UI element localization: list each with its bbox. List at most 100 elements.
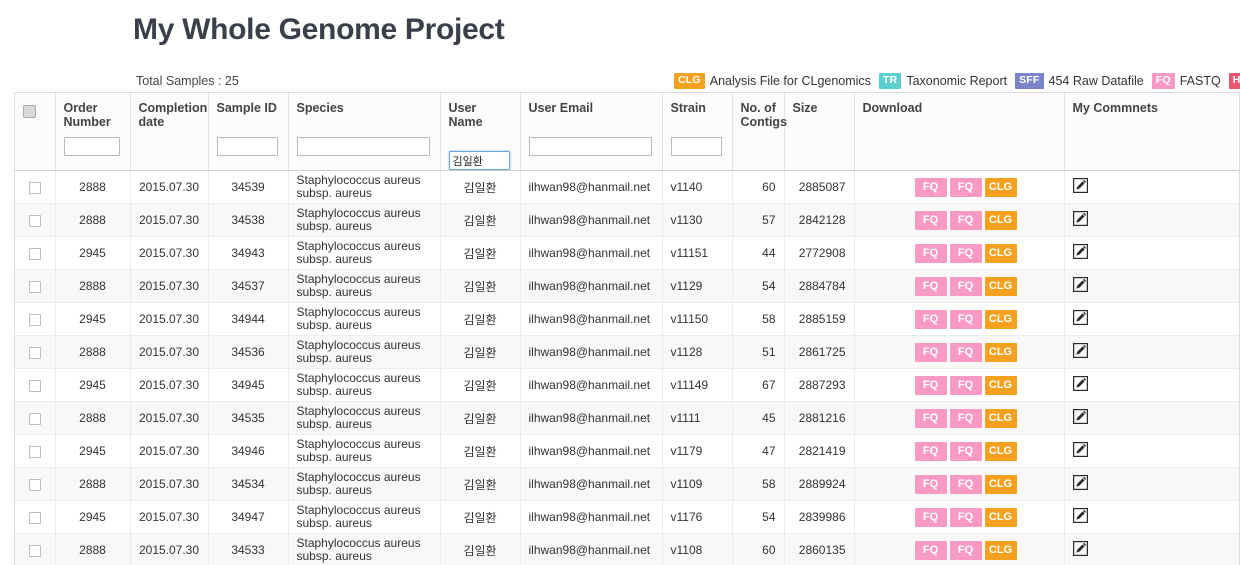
edit-pencil-icon[interactable] [1072,541,1088,556]
cell-species: Staphylococcus aureus subsp. aureus [288,401,441,435]
row-checkbox[interactable] [28,181,41,194]
download-badge-fq[interactable]: FQ [914,441,947,461]
download-badge-fq[interactable]: FQ [949,210,982,230]
table-row[interactable]: 2888 2015.07.30 34535 Staphylococcus aureus… [15,401,1239,435]
cell-species: Staphylococcus aureus subsp. aureus [288,236,441,270]
download-badge-fq[interactable]: FQ [949,342,982,362]
download-badge-clg[interactable]: CLG [984,507,1017,527]
download-badge-fq[interactable]: FQ [914,243,947,263]
row-checkbox[interactable] [28,412,41,425]
edit-pencil-icon[interactable] [1072,277,1088,292]
row-checkbox[interactable] [28,346,41,359]
download-badge-fq[interactable]: FQ [949,177,982,197]
download-badge-fq[interactable]: FQ [949,474,982,494]
cell-no-of-contigs: 60 [732,533,785,565]
table-row[interactable]: 2945 2015.07.30 34945 Staphylococcus aureus… [15,368,1239,402]
download-badge-clg[interactable]: CLG [984,276,1017,296]
table-row[interactable]: 2888 2015.07.30 34537 Staphylococcus aureus… [15,269,1239,303]
column-header-download: Download [854,93,1065,171]
cell-size: 2861725 [784,335,855,369]
row-checkbox[interactable] [28,379,41,392]
download-badge-clg[interactable]: CLG [984,474,1017,494]
cell-user-name: 김일환 [440,434,521,468]
cell-order-number: 2888 [55,170,131,204]
download-badge-clg[interactable]: CLG [984,210,1017,230]
cell-user-email: ilhwan98@hanmail.net [520,467,663,501]
download-badge-fq[interactable]: FQ [914,540,947,560]
table-row[interactable]: 2945 2015.07.30 34944 Staphylococcus aureus… [15,302,1239,336]
download-badge-fq[interactable]: FQ [914,276,947,296]
filter-order-number[interactable] [63,137,120,156]
row-checkbox[interactable] [28,511,41,524]
table-row[interactable]: 2888 2015.07.30 34539 Staphylococcus aureus… [15,170,1239,204]
column-header-my-comments: My Commnets [1064,93,1239,171]
edit-pencil-icon[interactable] [1072,343,1088,358]
edit-pencil-icon[interactable] [1072,409,1088,424]
cell-completion-date: 2015.07.30 [130,236,209,270]
row-checkbox[interactable] [28,544,41,557]
cell-species: Staphylococcus aureus subsp. aureus [288,533,441,565]
cell-strain: v1128 [662,335,733,369]
row-checkbox[interactable] [28,247,41,260]
download-badge-fq[interactable]: FQ [914,342,947,362]
download-badge-fq[interactable]: FQ [914,408,947,428]
row-checkbox[interactable] [28,313,41,326]
edit-pencil-icon[interactable] [1072,178,1088,193]
download-badge-fq[interactable]: FQ [949,540,982,560]
download-badge-fq[interactable]: FQ [914,507,947,527]
download-badge-clg[interactable]: CLG [984,408,1017,428]
row-checkbox[interactable] [28,478,41,491]
edit-pencil-icon[interactable] [1072,211,1088,226]
table-row[interactable]: 2945 2015.07.30 34946 Staphylococcus aureus… [15,434,1239,468]
download-badge-group: FQ FQ CLG [863,243,1056,263]
filter-species[interactable] [296,137,430,156]
row-checkbox[interactable] [28,280,41,293]
download-badge-fq[interactable]: FQ [949,375,982,395]
download-badge-fq[interactable]: FQ [914,210,947,230]
row-checkbox[interactable] [28,214,41,227]
edit-pencil-icon[interactable] [1072,244,1088,259]
filter-user-name[interactable] [448,151,510,170]
download-badge-group: FQ FQ CLG [863,276,1056,296]
download-badge-clg[interactable]: CLG [984,177,1017,197]
download-badge-fq[interactable]: FQ [949,441,982,461]
table-row[interactable]: 2888 2015.07.30 34534 Staphylococcus aureus… [15,467,1239,501]
filter-strain[interactable] [670,137,722,156]
edit-pencil-icon[interactable] [1072,508,1088,523]
download-badge-fq[interactable]: FQ [914,474,947,494]
download-badge-clg[interactable]: CLG [984,441,1017,461]
download-badge-clg[interactable]: CLG [984,540,1017,560]
select-all-checkbox[interactable] [23,105,36,118]
download-badge-fq[interactable]: FQ [949,408,982,428]
column-header-order-number: Order Number [55,93,131,171]
download-badge-fq[interactable]: FQ [914,309,947,329]
edit-pencil-icon[interactable] [1072,442,1088,457]
edit-pencil-icon[interactable] [1072,376,1088,391]
filter-user-email[interactable] [528,137,652,156]
download-badge-fq[interactable]: FQ [949,276,982,296]
table-row[interactable]: 2888 2015.07.30 34536 Staphylococcus aureus… [15,335,1239,369]
cell-size: 2887293 [784,368,855,402]
table-row[interactable]: 2945 2015.07.30 34943 Staphylococcus aureus… [15,236,1239,270]
download-badge-fq[interactable]: FQ [914,375,947,395]
download-badge-fq[interactable]: FQ [949,309,982,329]
download-badge-clg[interactable]: CLG [984,375,1017,395]
download-badge-clg[interactable]: CLG [984,342,1017,362]
download-badge-fq[interactable]: FQ [949,243,982,263]
edit-pencil-icon[interactable] [1072,310,1088,325]
row-checkbox[interactable] [28,445,41,458]
download-badge-clg[interactable]: CLG [984,243,1017,263]
filter-sample-id[interactable] [216,137,278,156]
cell-user-name: 김일환 [440,401,521,435]
download-badge-fq[interactable]: FQ [949,507,982,527]
edit-pencil-icon[interactable] [1072,475,1088,490]
table-row[interactable]: 2945 2015.07.30 34947 Staphylococcus aureus… [15,500,1239,534]
cell-sample-id: 34943 [208,236,289,270]
cell-completion-date: 2015.07.30 [130,533,209,565]
species-label: Species [296,101,344,115]
download-badge-clg[interactable]: CLG [984,309,1017,329]
cell-order-number: 2888 [55,467,131,501]
table-row[interactable]: 2888 2015.07.30 34533 Staphylococcus aureus… [15,533,1239,565]
table-row[interactable]: 2888 2015.07.30 34538 Staphylococcus aureus… [15,203,1239,237]
download-badge-fq[interactable]: FQ [914,177,947,197]
